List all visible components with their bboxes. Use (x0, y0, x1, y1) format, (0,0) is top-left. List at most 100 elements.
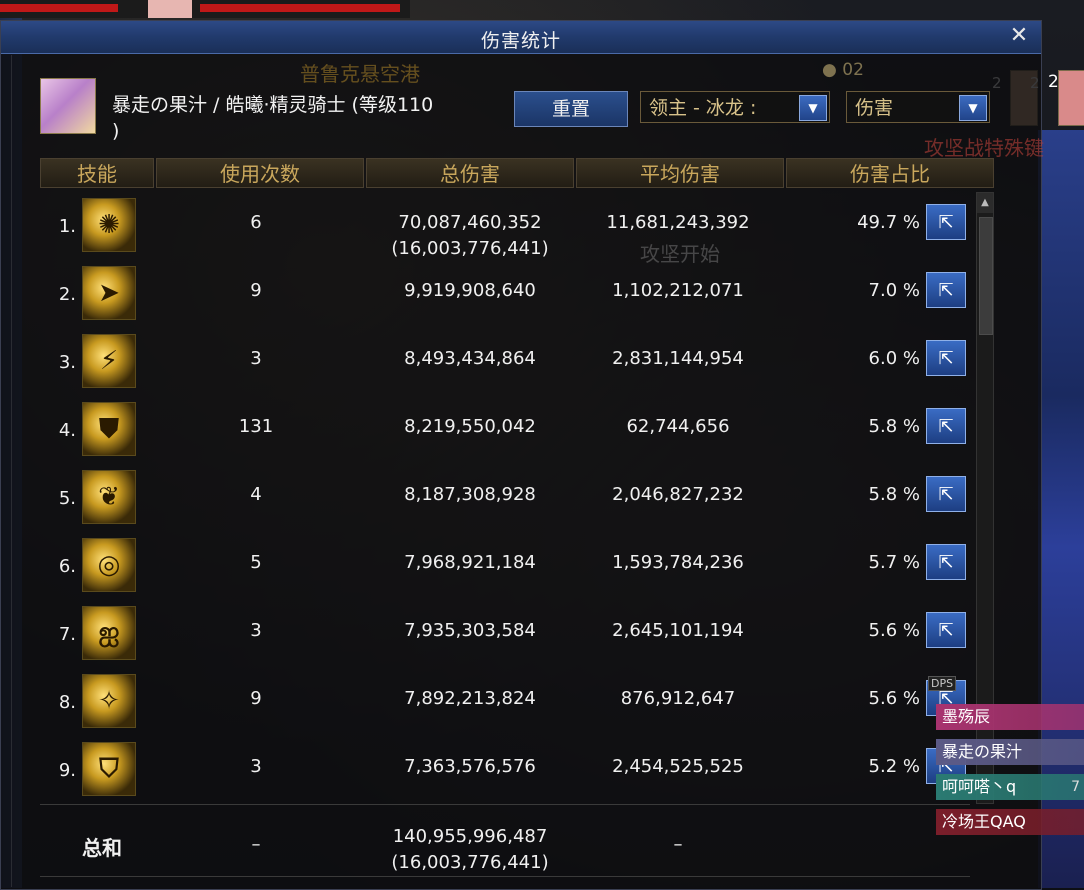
close-icon[interactable]: ✕ (1007, 24, 1031, 48)
dps-tag[interactable]: DPS (928, 676, 957, 691)
share-icon[interactable]: ⇱ (926, 476, 966, 512)
table-row: 2. ➤ 9 9,919,908,640 1,102,212,071 7.0 % ⇱ (40, 262, 970, 330)
divider (40, 804, 970, 805)
skill-icon: ➤ (82, 266, 136, 320)
uses-count: 131 (238, 416, 274, 437)
uses-count: 5 (250, 552, 262, 573)
damage-pct: 49.7 % (857, 212, 920, 233)
share-icon[interactable]: ⇱ (926, 272, 966, 308)
total-damage-sub: (16,003,776,441) (391, 238, 549, 259)
total-damage: 7,892,213,824 (370, 686, 570, 712)
uses-count: 9 (250, 280, 262, 301)
damage-pct: 5.7 % (868, 552, 920, 573)
total-damage: 140,955,996,487 (16,003,776,441) (370, 824, 570, 876)
row-index: 5. (58, 488, 76, 509)
column-header-skill[interactable]: 技能 (40, 158, 154, 188)
share-icon[interactable]: ⇱ (926, 544, 966, 580)
party-hp-bar (0, 0, 410, 18)
damage-pct: 5.2 % (868, 756, 920, 777)
portrait-number: 2 (1048, 72, 1059, 92)
type-select[interactable]: 伤害 ▼ (846, 91, 990, 123)
avg-damage: 1,102,212,071 (612, 280, 744, 301)
share-icon[interactable]: ⇱ (926, 408, 966, 444)
chevron-down-icon[interactable]: ▼ (959, 95, 987, 121)
total-damage-value: 70,087,460,352 (398, 212, 542, 233)
avg-damage: 1,593,784,236 (612, 552, 744, 573)
row-index: 2. (58, 284, 76, 305)
uses-count: 3 (250, 348, 262, 369)
total-damage-value: 8,187,308,928 (404, 484, 536, 505)
table-row: 9. ⛉ 3 7,363,576,576 2,454,525,525 5.2 % ⇱ (40, 738, 970, 806)
dps-player-value: 7 (1071, 779, 1080, 795)
uses-count: 4 (250, 484, 262, 505)
table-row: 7. ஐ 3 7,935,303,584 2,645,101,194 5.6 % ⇱ (40, 602, 970, 670)
avg-damage: 11,681,243,392 (606, 212, 750, 233)
window-titlebar[interactable]: 伤害统计 ✕ (1, 21, 1041, 54)
dps-list-item[interactable]: 墨殇辰 (936, 704, 1084, 730)
table-row: 6. ◎ 5 7,968,921,184 1,593,784,236 5.7 % ⇱ (40, 534, 970, 602)
boss-select[interactable]: 领主 - 冰龙 : ▼ (640, 91, 830, 123)
coin-count: 02 (842, 60, 864, 80)
hp-bar-right (200, 4, 400, 12)
dps-list-item[interactable]: 呵呵嗒丶q 7 (936, 774, 1084, 800)
total-label: 总和 (82, 836, 122, 860)
skill-icon: ◎ (82, 538, 136, 592)
total-damage: 8,187,308,928 (370, 482, 570, 508)
damage-pct: 6.0 % (868, 348, 920, 369)
total-avg: – (673, 834, 683, 855)
total-damage: 8,493,434,864 (370, 346, 570, 372)
skill-icon: ⛊ (82, 402, 136, 456)
chevron-down-icon[interactable]: ▼ (799, 95, 827, 121)
share-icon[interactable]: ⇱ (926, 612, 966, 648)
total-damage-value: 9,919,908,640 (404, 280, 536, 301)
reset-button[interactable]: 重置 (514, 91, 628, 127)
scene-event-text: 攻坚战特殊键 (924, 136, 1044, 160)
character-avatar (40, 78, 96, 134)
row-index: 8. (58, 692, 76, 713)
total-damage-value: 8,493,434,864 (404, 348, 536, 369)
scroll-up-icon[interactable]: ▲ (977, 193, 993, 213)
dps-player-name: 墨殇辰 (942, 707, 991, 726)
table-row: 5. ❦ 4 8,187,308,928 2,046,827,232 5.8 % ⇱ (40, 466, 970, 534)
column-header-pct[interactable]: 伤害占比 (786, 158, 994, 188)
row-index: 6. (58, 556, 76, 577)
scene-coin-count: ● 02 (822, 60, 864, 80)
column-header-uses[interactable]: 使用次数 (156, 158, 364, 188)
total-damage: 9,919,908,640 (370, 278, 570, 304)
table-row: 3. ⚡ 3 8,493,434,864 2,831,144,954 6.0 % ⇱ (40, 330, 970, 398)
scrollbar-thumb[interactable] (979, 217, 993, 335)
total-damage: 7,968,921,184 (370, 550, 570, 576)
skill-icon: ⛉ (82, 742, 136, 796)
total-damage-value: 8,219,550,042 (404, 416, 536, 437)
avg-damage: 2,645,101,194 (612, 620, 744, 641)
total-damage-value: 7,892,213,824 (404, 688, 536, 709)
skill-icon: ❦ (82, 470, 136, 524)
avg-damage: 62,744,656 (626, 416, 730, 437)
avg-damage: 876,912,647 (620, 688, 736, 709)
row-index: 9. (58, 760, 76, 781)
skill-icon: ⚡ (82, 334, 136, 388)
total-damage: 7,935,303,584 (370, 618, 570, 644)
damage-pct: 7.0 % (868, 280, 920, 301)
column-header-avg[interactable]: 平均伤害 (576, 158, 784, 188)
total-damage: 8,219,550,042 (370, 414, 570, 440)
share-icon[interactable]: ⇱ (926, 204, 966, 240)
total-damage: 70,087,460,352 (16,003,776,441) (370, 210, 570, 262)
coin-icon: ● (822, 60, 837, 80)
divider (40, 876, 970, 877)
row-index: 4. (58, 420, 76, 441)
dps-list-item[interactable]: 暴走の果汁 (936, 739, 1084, 765)
dps-player-name: 呵呵嗒丶q (942, 777, 1017, 796)
scene-location-text: 普鲁克悬空港 (300, 62, 420, 86)
row-index: 3. (58, 352, 76, 373)
character-name: 暴走の果汁 / 皓曦·精灵骑士 (等级110 ) (112, 94, 434, 142)
share-icon[interactable]: ⇱ (926, 340, 966, 376)
uses-count: 6 (250, 212, 262, 233)
dps-list-item[interactable]: 冷场王QAQ (936, 809, 1084, 835)
total-uses: – (251, 834, 261, 855)
uses-count: 3 (250, 620, 262, 641)
damage-pct: 5.6 % (868, 688, 920, 709)
boss-select-value: 领主 - 冰龙 : (649, 97, 757, 119)
table-row: 8. ✧ 9 7,892,213,824 876,912,647 5.6 % ⇱ (40, 670, 970, 738)
column-header-total[interactable]: 总伤害 (366, 158, 574, 188)
